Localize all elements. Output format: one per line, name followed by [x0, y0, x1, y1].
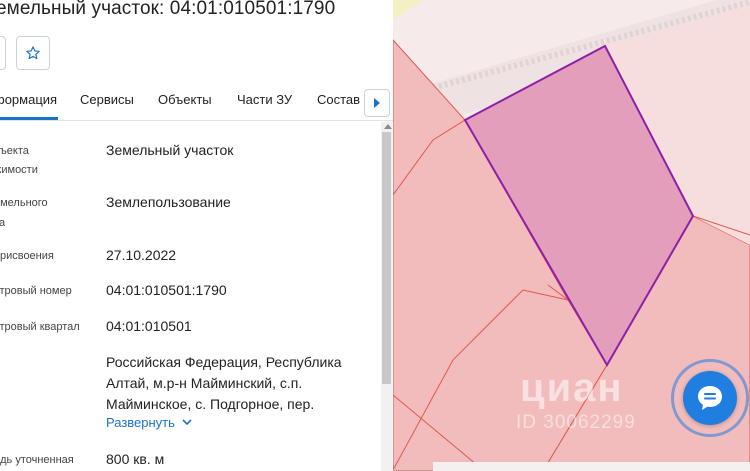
scroll-up-arrow-icon[interactable]	[384, 124, 392, 129]
tab-composition[interactable]: Состав	[317, 92, 360, 107]
detail-label: емельного	[0, 197, 48, 209]
expand-label: Развернуть	[106, 415, 175, 430]
detail-label: ка	[0, 213, 5, 233]
detail-label: присвоения	[0, 250, 54, 262]
detail-value: 27.10.2022	[106, 247, 177, 263]
chevron-right-icon	[374, 98, 380, 108]
detail-label: стровый номер	[0, 285, 72, 297]
star-icon	[26, 46, 40, 60]
detail-value: Землепользование	[106, 194, 231, 210]
action-button[interactable]	[0, 36, 6, 70]
detail-label: жимости	[0, 164, 38, 176]
page-title: емельный участок: 04:01:010501:1790	[0, 0, 336, 19]
detail-value: 04:01:010501:1790	[106, 282, 227, 298]
scrollbar[interactable]	[381, 122, 392, 471]
tab-information[interactable]: формация	[0, 92, 57, 107]
tabs-next-button[interactable]	[364, 89, 390, 117]
detail-label: бъекта	[0, 145, 29, 157]
detail-value: 800 кв. м	[106, 451, 165, 467]
expand-link[interactable]: Развернуть	[106, 415, 192, 430]
favorite-button[interactable]	[16, 36, 50, 70]
watermark: циан	[520, 366, 624, 410]
watermark-id: ID 30062299	[516, 412, 636, 433]
tab-services[interactable]: Сервисы	[80, 92, 134, 107]
detail-label: стровый квартал	[0, 321, 80, 333]
detail-value: 04:01:010501	[106, 318, 192, 334]
chevron-down-icon	[182, 419, 192, 426]
address-line: Майминское, с. Подгорное, пер.	[106, 396, 315, 412]
chat-button[interactable]	[683, 371, 737, 425]
address-line: Российская Федерация, Республика	[106, 354, 342, 370]
address-line: Алтай, м.р-н Майминский, с.п.	[106, 375, 303, 391]
chat-bubble-icon	[698, 386, 722, 410]
detail-value: Земельный участок	[106, 142, 234, 158]
scrollbar-thumb[interactable]	[382, 132, 391, 384]
tab-objects[interactable]: Объекты	[158, 92, 212, 107]
tab-parts[interactable]: Части ЗУ	[237, 92, 292, 107]
active-tab-indicator	[0, 117, 58, 120]
info-panel: емельный участок: 04:01:010501:1790 форм…	[0, 0, 394, 471]
tab-bar: формация Сервисы Объекты Части ЗУ Состав	[0, 84, 393, 121]
detail-label: адь уточненная	[0, 454, 74, 466]
